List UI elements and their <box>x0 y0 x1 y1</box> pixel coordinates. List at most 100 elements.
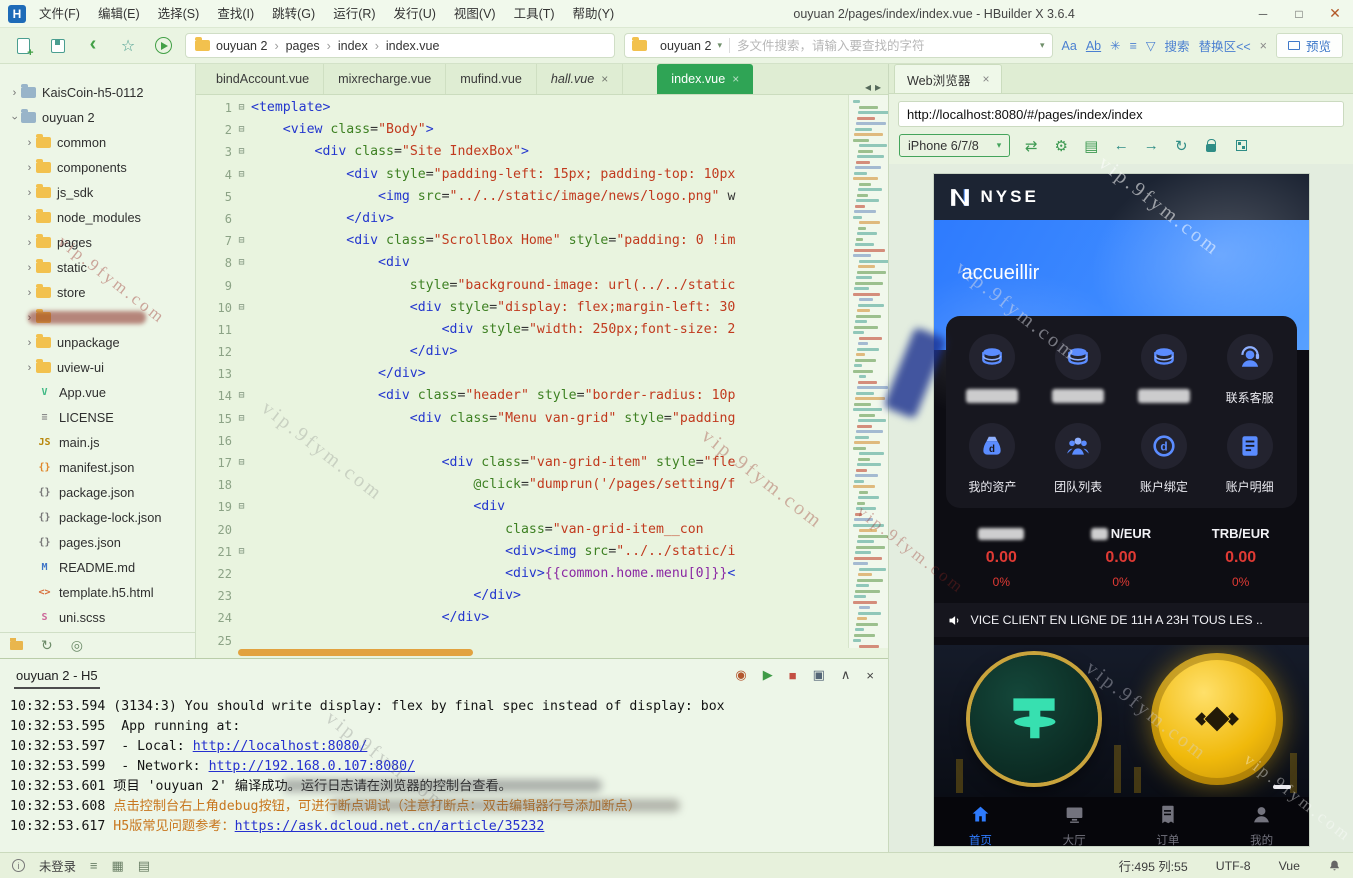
tab-close-icon[interactable]: × <box>732 72 739 86</box>
editor-tab-bindAccount-vue[interactable]: bindAccount.vue <box>202 64 324 94</box>
search-history-chevron-icon[interactable]: ▾ <box>1040 40 1045 51</box>
breadcrumb-item[interactable]: pages <box>286 39 320 53</box>
phone-menu-item-团队列表[interactable]: 团队列表 <box>1035 423 1121 492</box>
browser-back-icon[interactable]: ← <box>1112 137 1130 155</box>
regex-button[interactable]: ✳ <box>1110 38 1120 53</box>
tree-item-manifest-json[interactable]: {}manifest.json <box>0 455 195 480</box>
new-file-button[interactable] <box>10 33 36 58</box>
menu-item[interactable]: 跳转(G) <box>263 0 324 28</box>
tab-close-icon[interactable]: × <box>601 72 608 86</box>
refresh-icon[interactable]: ↻ <box>41 637 53 654</box>
phone-menu-item[interactable] <box>1121 334 1207 403</box>
fold-marker-icon[interactable]: ⊟ <box>232 119 251 141</box>
menu-item[interactable]: 帮助(Y) <box>564 0 624 28</box>
fold-marker-icon[interactable]: ⊟ <box>232 297 251 319</box>
rerun-icon[interactable]: ▶ <box>763 667 773 683</box>
tab-我的[interactable]: 我的 <box>1215 797 1309 846</box>
save-button[interactable] <box>45 33 71 58</box>
bookmark-button[interactable]: ☆ <box>115 33 141 58</box>
menu-item[interactable]: 视图(V) <box>445 0 505 28</box>
phone-menu-item-我的资产[interactable]: d我的资产 <box>950 423 1036 492</box>
tree-item-store[interactable]: ›store <box>0 280 195 305</box>
terminal-icon[interactable]: ▤ <box>138 858 150 874</box>
tab-首页[interactable]: 首页 <box>934 797 1028 846</box>
tree-item-node-modules[interactable]: ›node_modules <box>0 205 195 230</box>
tree-item-pages[interactable]: ›pages <box>0 230 195 255</box>
phone-menu-item-联系客服[interactable]: 联系客服 <box>1207 334 1293 403</box>
project-selector[interactable]: ouyuan 2▾ <box>660 39 722 53</box>
tree-item-kaiscoin-h5-0112[interactable]: ›KaisCoin-h5-0112 <box>0 80 195 105</box>
close-tab-icon[interactable]: × <box>982 72 989 86</box>
phone-menu-item-账户明细[interactable]: 账户明细 <box>1207 423 1293 492</box>
carousel-indicator[interactable] <box>1273 785 1291 789</box>
tab-scroll-left-icon[interactable]: ◂ <box>865 80 871 94</box>
search-button[interactable]: 搜索 <box>1165 36 1190 55</box>
breadcrumb-item[interactable]: ouyuan 2 <box>216 39 267 53</box>
phone-menu-item-账户绑定[interactable]: d账户绑定 <box>1121 423 1207 492</box>
editor-tab-mixrecharge-vue[interactable]: mixrecharge.vue <box>324 64 446 94</box>
tree-item-static[interactable]: ›static <box>0 255 195 280</box>
device-settings-icon[interactable]: ⚙ <box>1052 137 1070 155</box>
tree-item-common[interactable]: ›common <box>0 130 195 155</box>
sort-lines-icon[interactable]: ≡ <box>1130 39 1137 53</box>
preview-button[interactable]: 预览 <box>1276 33 1343 58</box>
search-input[interactable] <box>737 39 1033 53</box>
run-button[interactable] <box>150 33 176 58</box>
minimize-button[interactable]: ─ <box>1245 0 1281 27</box>
fold-marker-icon[interactable]: ⊟ <box>232 496 251 518</box>
navigate-back-button[interactable]: ‹ <box>80 33 106 58</box>
browser-forward-icon[interactable]: → <box>1142 137 1160 155</box>
tree-item-unpackage[interactable]: ›unpackage <box>0 330 195 355</box>
console-link[interactable]: http://localhost:8080/ <box>193 739 368 754</box>
language-mode[interactable]: Vue <box>1279 859 1300 873</box>
tree-item-uview-ui[interactable]: ›uview-ui <box>0 355 195 380</box>
new-folder-icon[interactable] <box>10 641 23 650</box>
bell-icon[interactable] <box>1328 859 1341 872</box>
phone-menu-item[interactable] <box>950 334 1036 403</box>
editor-tab-hall-vue[interactable]: hall.vue× <box>537 64 623 94</box>
filter-icon[interactable]: ▽ <box>1146 38 1156 53</box>
fold-marker-icon[interactable]: ⊟ <box>232 452 251 474</box>
match-case-button[interactable]: Aa <box>1062 39 1077 53</box>
login-status[interactable]: 未登录 <box>39 857 76 875</box>
close-button[interactable]: ✕ <box>1317 0 1353 27</box>
replace-button[interactable]: 替换区<< <box>1199 36 1251 55</box>
browser-tab[interactable]: Web浏览器 × <box>894 64 1002 93</box>
tree-item-readme-md[interactable]: MREADME.md <box>0 555 195 580</box>
fold-marker-icon[interactable]: ⊟ <box>232 141 251 163</box>
menu-item[interactable]: 编辑(E) <box>89 0 149 28</box>
scrollbar-thumb[interactable] <box>238 649 473 656</box>
tree-item-obscured[interactable]: › <box>0 305 195 330</box>
fold-marker-icon[interactable]: ⊟ <box>232 408 251 430</box>
tree-item-package-lock-json[interactable]: {}package-lock.json <box>0 505 195 530</box>
encoding-indicator[interactable]: UTF-8 <box>1216 859 1251 873</box>
device-selector[interactable]: iPhone 6/7/8▾ <box>899 134 1010 157</box>
fold-marker-icon[interactable]: ⊟ <box>232 541 251 563</box>
console-link[interactable]: https://ask.dcloud.net.cn/article/35232 <box>235 819 545 834</box>
menu-item[interactable]: 选择(S) <box>149 0 209 28</box>
menu-item[interactable]: 文件(F) <box>30 0 89 28</box>
promo-banner[interactable] <box>934 645 1309 797</box>
tab-订单[interactable]: 订单 <box>1121 797 1215 846</box>
browser-refresh-icon[interactable]: ↻ <box>1172 137 1190 155</box>
tree-item-template-h5-html[interactable]: <>template.h5.html <box>0 580 195 605</box>
tree-item-uni-scss[interactable]: Suni.scss <box>0 605 195 630</box>
tree-item-main-js[interactable]: JSmain.js <box>0 430 195 455</box>
minimap[interactable] <box>848 95 888 648</box>
fold-marker-icon[interactable]: ⊟ <box>232 230 251 252</box>
menu-item[interactable]: 运行(R) <box>324 0 384 28</box>
breadcrumb-item[interactable]: index <box>338 39 368 53</box>
console-tab[interactable]: ouyuan 2 - H5 <box>14 662 100 689</box>
devtools-icon[interactable]: ▤ <box>1082 137 1100 155</box>
tab-scroll-right-icon[interactable]: ▸ <box>875 80 881 94</box>
menu-item[interactable]: 查找(I) <box>208 0 263 28</box>
url-input[interactable] <box>898 101 1344 127</box>
qr-code-icon[interactable] <box>1232 137 1250 155</box>
tree-item-components[interactable]: ›components <box>0 155 195 180</box>
menu-item[interactable]: 工具(T) <box>505 0 564 28</box>
rotate-device-icon[interactable]: ⇄ <box>1022 137 1040 155</box>
close-console-icon[interactable]: × <box>866 668 874 683</box>
cursor-position[interactable]: 行:495 列:55 <box>1119 857 1188 875</box>
tree-item-ouyuan-2[interactable]: ›ouyuan 2 <box>0 105 195 130</box>
close-search-icon[interactable]: × <box>1260 39 1267 53</box>
